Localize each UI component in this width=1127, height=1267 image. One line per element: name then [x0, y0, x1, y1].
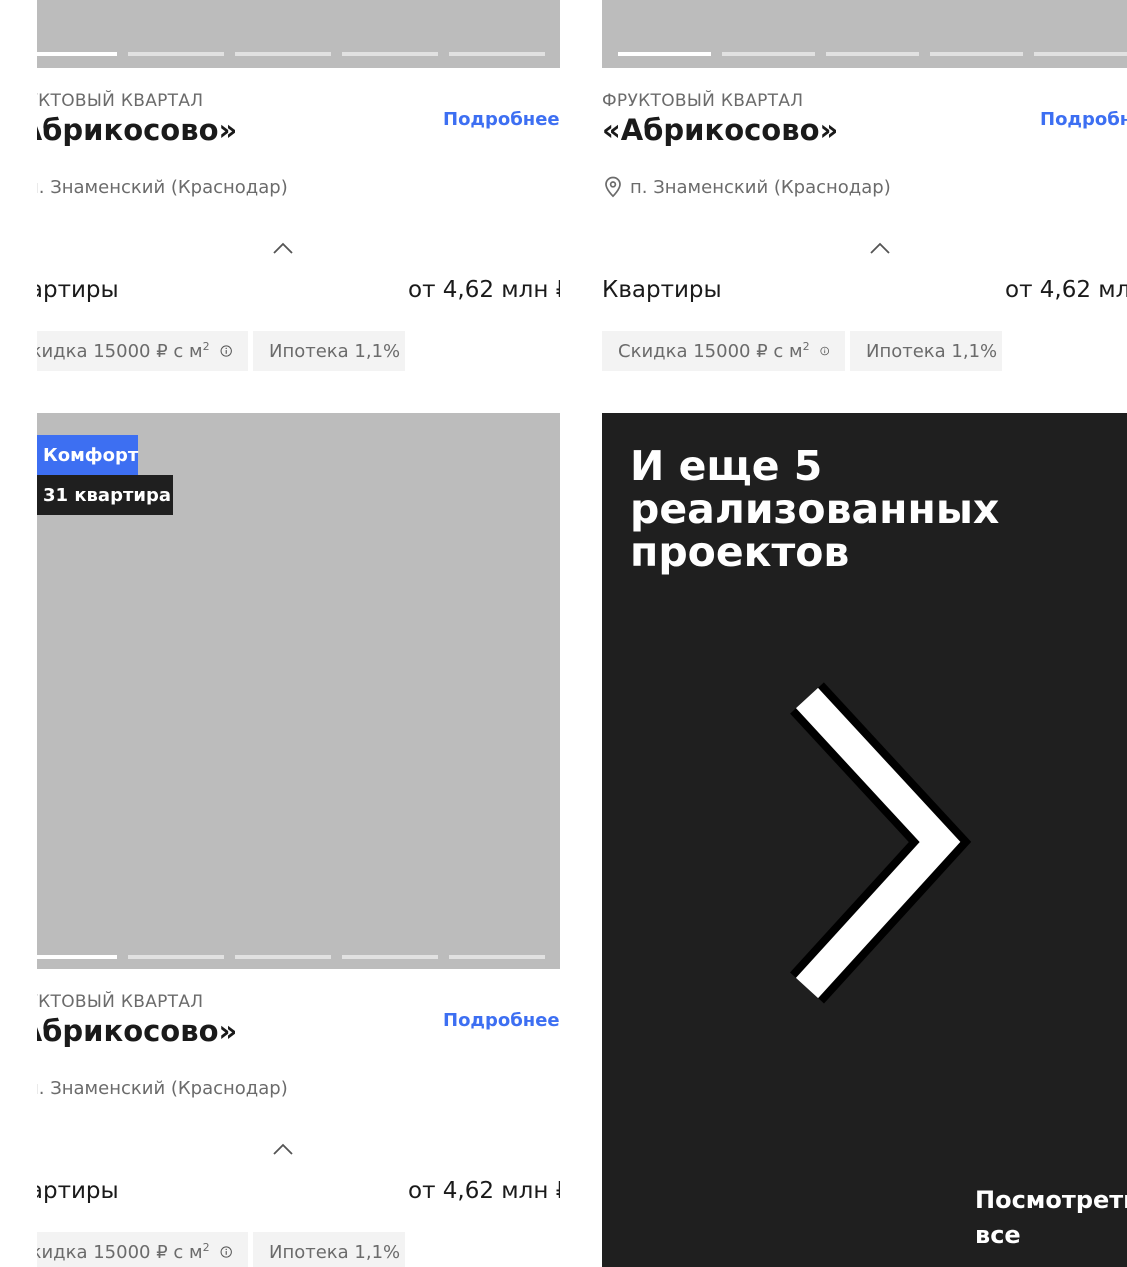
- pagination-dot[interactable]: [37, 52, 117, 56]
- location-pin-icon: [605, 176, 621, 198]
- pagination-dot[interactable]: [235, 955, 331, 959]
- pagination-dot[interactable]: [235, 52, 331, 56]
- project-image[interactable]: [37, 0, 560, 68]
- project-location: п. Знаменский (Краснодар): [37, 1077, 288, 1099]
- project-title: «Абрикосово»: [37, 1014, 238, 1048]
- price: от 4,62 млн ₽: [408, 277, 560, 303]
- pagination-dot[interactable]: [826, 52, 919, 56]
- project-card-2[interactable]: ФРУКТОВЫЙ КВАРТАЛ «Абрикосово» Подробнее…: [602, 0, 1127, 400]
- project-title: «Абрикосово»: [602, 113, 839, 147]
- info-icon[interactable]: [819, 341, 829, 361]
- pagination-dot[interactable]: [342, 955, 438, 959]
- chevron-right-icon[interactable]: [782, 678, 982, 1008]
- unit-superscript: 2: [802, 340, 810, 353]
- pagination-dot[interactable]: [722, 52, 815, 56]
- pagination-dot[interactable]: [930, 52, 1023, 56]
- more-projects-card[interactable]: И еще 5 реализованных проектов Посмотрет…: [602, 413, 1127, 1267]
- property-kind: Квартиры: [37, 277, 119, 303]
- mortgage-tag[interactable]: Ипотека 1,1%: [253, 331, 405, 371]
- project-type: ФРУКТОВЫЙ КВАРТАЛ: [37, 91, 204, 111]
- project-image[interactable]: Комфорт 31 квартира: [37, 413, 560, 969]
- pagination-dot[interactable]: [128, 52, 224, 56]
- location-text: п. Знаменский (Краснодар): [37, 1077, 288, 1099]
- chevron-up-icon[interactable]: [272, 1142, 294, 1156]
- project-type: ФРУКТОВЫЙ КВАРТАЛ: [37, 992, 204, 1012]
- details-link[interactable]: Подробнее: [443, 109, 560, 130]
- info-icon[interactable]: [220, 1242, 232, 1262]
- project-type: ФРУКТОВЫЙ КВАРТАЛ: [602, 91, 804, 111]
- image-pagination: [37, 52, 560, 56]
- discount-text: Скидка 15000 ₽ с м: [37, 1242, 203, 1263]
- discount-tag[interactable]: Скидка 15000 ₽ с м2: [37, 1232, 248, 1267]
- project-image[interactable]: [602, 0, 1127, 68]
- see-all-link[interactable]: Посмотреть все: [975, 1183, 1127, 1253]
- pagination-dot[interactable]: [449, 52, 545, 56]
- pagination-dot[interactable]: [128, 955, 224, 959]
- pagination-dot[interactable]: [618, 52, 711, 56]
- project-card-1[interactable]: ФРУКТОВЫЙ КВАРТАЛ «Абрикосово» Подробнее…: [37, 0, 560, 400]
- discount-text: Скидка 15000 ₽ с м: [37, 341, 203, 362]
- property-kind: Квартиры: [602, 277, 722, 303]
- discount-tag[interactable]: Скидка 15000 ₽ с м2: [602, 331, 845, 371]
- more-projects-headline: И еще 5 реализованных проектов: [630, 442, 1000, 576]
- project-location: п. Знаменский (Краснодар): [604, 176, 891, 198]
- project-card-3[interactable]: Комфорт 31 квартира ФРУКТОВЫЙ КВАРТАЛ «А…: [37, 413, 560, 1267]
- pagination-dot[interactable]: [1034, 52, 1127, 56]
- details-link[interactable]: Подробнее: [1040, 109, 1127, 130]
- image-pagination: [37, 955, 560, 959]
- info-icon[interactable]: [220, 341, 232, 361]
- mortgage-tag[interactable]: Ипотека 1,1%: [850, 331, 1002, 371]
- chevron-up-icon[interactable]: [869, 241, 891, 255]
- chevron-up-icon[interactable]: [272, 241, 294, 255]
- image-pagination: [618, 52, 1127, 56]
- mortgage-tag[interactable]: Ипотека 1,1%: [253, 1232, 405, 1267]
- discount-tag[interactable]: Скидка 15000 ₽ с м2: [37, 331, 248, 371]
- location-text: п. Знаменский (Краснодар): [630, 176, 891, 198]
- unit-superscript: 2: [202, 340, 210, 353]
- price: от 4,62 млн ₽: [408, 1178, 560, 1204]
- project-location: п. Знаменский (Краснодар): [37, 176, 288, 198]
- class-badge: Комфорт: [37, 435, 138, 475]
- property-kind: Квартиры: [37, 1178, 119, 1204]
- apartments-count-badge: 31 квартира: [37, 475, 173, 515]
- pagination-dot[interactable]: [449, 955, 545, 959]
- location-text: п. Знаменский (Краснодар): [37, 176, 288, 198]
- unit-superscript: 2: [202, 1241, 210, 1254]
- pagination-dot[interactable]: [37, 955, 117, 959]
- pagination-dot[interactable]: [342, 52, 438, 56]
- details-link[interactable]: Подробнее: [443, 1010, 560, 1031]
- price: от 4,62 млн ₽: [1005, 277, 1127, 303]
- project-title: «Абрикосово»: [37, 113, 238, 147]
- discount-text: Скидка 15000 ₽ с м: [618, 341, 803, 362]
